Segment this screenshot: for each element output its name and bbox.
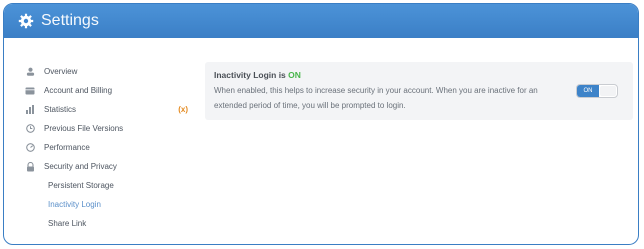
- setting-status: ON: [288, 70, 301, 80]
- sidebar-item-account-billing[interactable]: Account and Billing: [18, 81, 188, 100]
- sidebar-item-performance[interactable]: Performance: [18, 138, 188, 157]
- sidebar-item-label: Performance: [44, 143, 90, 152]
- sidebar-item-label: Security and Privacy: [44, 162, 117, 171]
- setting-title: Inactivity Login is ON: [214, 70, 301, 80]
- sidebar-item-statistics[interactable]: Statistics (x): [18, 100, 188, 119]
- page-title: Settings: [41, 12, 99, 29]
- sidebar-item-label: Account and Billing: [44, 86, 113, 95]
- sidebar-item-security-privacy[interactable]: Security and Privacy: [18, 157, 188, 176]
- settings-window: Settings Overview Account and Billing St…: [3, 3, 639, 245]
- sidebar-item-label: Persistent Storage: [48, 181, 114, 190]
- bar-chart-icon: [24, 105, 36, 114]
- card-icon: [24, 87, 36, 95]
- header-bar: Settings: [4, 4, 638, 38]
- sidebar-item-label: Previous File Versions: [44, 124, 124, 133]
- sidebar-item-inactivity-login[interactable]: Inactivity Login: [18, 195, 188, 214]
- toggle-knob: [600, 86, 616, 96]
- sidebar-item-persistent-storage[interactable]: Persistent Storage: [18, 176, 188, 195]
- sidebar-item-label: Share Link: [48, 219, 87, 228]
- clock-icon: [24, 124, 36, 133]
- gear-icon: [18, 13, 34, 29]
- sidebar-item-label: Inactivity Login: [48, 200, 101, 209]
- sidebar-item-label: Statistics: [44, 105, 77, 114]
- inactivity-login-panel: Inactivity Login is ON When enabled, thi…: [205, 62, 633, 120]
- sidebar-item-overview[interactable]: Overview: [18, 62, 188, 81]
- inactivity-login-toggle[interactable]: ON: [576, 84, 618, 98]
- sidebar: Overview Account and Billing Statistics …: [18, 62, 188, 233]
- setting-title-text: Inactivity Login is: [214, 70, 286, 80]
- statistics-badge: (x): [178, 105, 188, 114]
- lock-icon: [24, 161, 36, 172]
- user-icon: [24, 67, 36, 76]
- sidebar-item-label: Overview: [44, 67, 78, 76]
- sidebar-item-previous-file-versions[interactable]: Previous File Versions: [18, 119, 188, 138]
- gauge-icon: [24, 143, 36, 152]
- setting-description: When enabled, this helps to increase sec…: [214, 86, 538, 110]
- sidebar-item-share-link[interactable]: Share Link: [18, 214, 188, 233]
- toggle-on-label: ON: [577, 85, 599, 97]
